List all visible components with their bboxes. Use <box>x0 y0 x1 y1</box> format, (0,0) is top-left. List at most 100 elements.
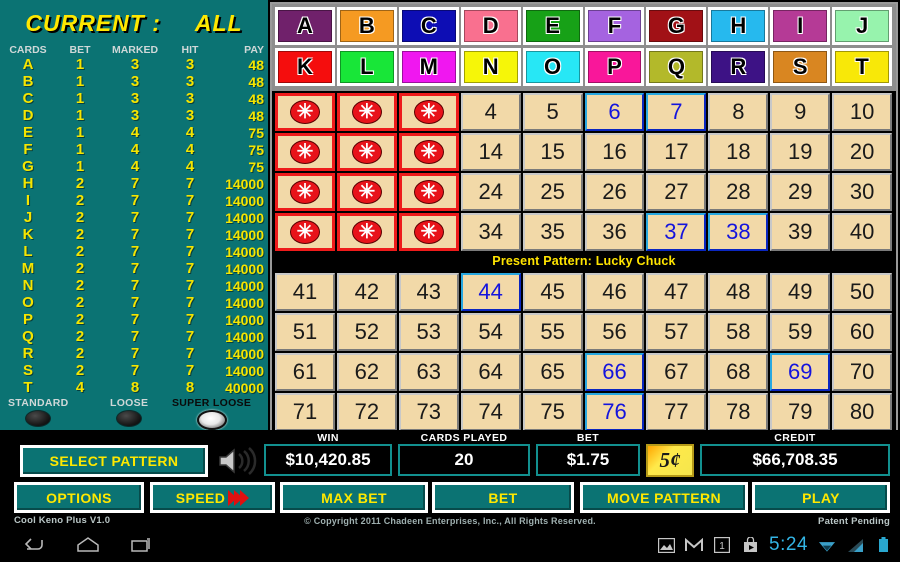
card-tile-N[interactable]: N <box>460 48 521 86</box>
keno-number-72[interactable]: 72 <box>336 393 397 431</box>
payout-mode-super-loose[interactable]: SUPER LOOSE <box>172 397 251 430</box>
keno-number-76[interactable]: 76 <box>584 393 645 431</box>
keno-number-73[interactable]: 73 <box>398 393 459 431</box>
keno-number-39[interactable]: 39 <box>770 213 831 251</box>
keno-number-29[interactable]: 29 <box>770 173 831 211</box>
options-button[interactable]: OPTIONS <box>14 482 144 513</box>
keno-number-75[interactable]: 75 <box>522 393 583 431</box>
keno-number-61[interactable]: 61 <box>275 353 335 391</box>
volume-icon[interactable] <box>214 445 260 477</box>
denomination-button[interactable]: 5¢ <box>646 444 694 477</box>
keno-number-21[interactable]: ✳ <box>275 173 335 211</box>
keno-number-80[interactable]: 80 <box>832 393 893 431</box>
card-tile-S[interactable]: S <box>770 48 831 86</box>
keno-number-48[interactable]: 48 <box>708 273 769 311</box>
keno-number-66[interactable]: 66 <box>584 353 645 391</box>
keno-number-54[interactable]: 54 <box>460 313 521 351</box>
play-button[interactable]: PLAY <box>752 482 890 513</box>
card-tile-D[interactable]: D <box>460 7 521 45</box>
keno-number-38[interactable]: 38 <box>708 213 769 251</box>
keno-number-52[interactable]: 52 <box>336 313 397 351</box>
keno-number-24[interactable]: 24 <box>460 173 521 211</box>
keno-number-17[interactable]: 17 <box>646 133 707 171</box>
keno-number-79[interactable]: 79 <box>770 393 831 431</box>
keno-number-64[interactable]: 64 <box>460 353 521 391</box>
keno-number-2[interactable]: ✳ <box>336 93 397 131</box>
keno-number-1[interactable]: ✳ <box>275 93 335 131</box>
speed-button[interactable]: SPEED <box>150 482 275 513</box>
keno-number-13[interactable]: ✳ <box>398 133 459 171</box>
payout-mode-standard[interactable]: STANDARD <box>8 397 69 427</box>
keno-number-26[interactable]: 26 <box>584 173 645 211</box>
keno-number-78[interactable]: 78 <box>708 393 769 431</box>
keno-number-37[interactable]: 37 <box>646 213 707 251</box>
keno-number-40[interactable]: 40 <box>832 213 893 251</box>
keno-number-27[interactable]: 27 <box>646 173 707 211</box>
keno-number-53[interactable]: 53 <box>398 313 459 351</box>
keno-number-18[interactable]: 18 <box>708 133 769 171</box>
keno-number-67[interactable]: 67 <box>646 353 707 391</box>
keno-number-16[interactable]: 16 <box>584 133 645 171</box>
card-tile-H[interactable]: H <box>708 7 769 45</box>
keno-number-44[interactable]: 44 <box>460 273 521 311</box>
home-icon[interactable] <box>68 535 108 555</box>
recent-apps-icon[interactable] <box>122 535 162 555</box>
card-tile-Q[interactable]: Q <box>646 48 707 86</box>
keno-number-74[interactable]: 74 <box>460 393 521 431</box>
keno-number-22[interactable]: ✳ <box>336 173 397 211</box>
keno-number-49[interactable]: 49 <box>770 273 831 311</box>
keno-number-4[interactable]: 4 <box>460 93 521 131</box>
keno-number-34[interactable]: 34 <box>460 213 521 251</box>
keno-number-7[interactable]: 7 <box>646 93 707 131</box>
keno-number-19[interactable]: 19 <box>770 133 831 171</box>
keno-number-20[interactable]: 20 <box>832 133 893 171</box>
select-pattern-button[interactable]: SELECT PATTERN <box>20 445 208 477</box>
card-tile-J[interactable]: J <box>832 7 893 45</box>
keno-number-70[interactable]: 70 <box>832 353 893 391</box>
keno-number-3[interactable]: ✳ <box>398 93 459 131</box>
card-tile-L[interactable]: L <box>336 48 397 86</box>
keno-number-71[interactable]: 71 <box>275 393 335 431</box>
card-tile-M[interactable]: M <box>398 48 459 86</box>
keno-number-50[interactable]: 50 <box>832 273 893 311</box>
keno-number-35[interactable]: 35 <box>522 213 583 251</box>
card-tile-C[interactable]: C <box>398 7 459 45</box>
keno-number-9[interactable]: 9 <box>770 93 831 131</box>
keno-number-68[interactable]: 68 <box>708 353 769 391</box>
keno-number-25[interactable]: 25 <box>522 173 583 211</box>
keno-number-28[interactable]: 28 <box>708 173 769 211</box>
payout-mode-loose[interactable]: LOOSE <box>110 397 148 427</box>
keno-number-59[interactable]: 59 <box>770 313 831 351</box>
keno-number-60[interactable]: 60 <box>832 313 893 351</box>
keno-number-33[interactable]: ✳ <box>398 213 459 251</box>
keno-number-5[interactable]: 5 <box>522 93 583 131</box>
keno-number-56[interactable]: 56 <box>584 313 645 351</box>
card-tile-A[interactable]: A <box>275 7 335 45</box>
back-icon[interactable] <box>14 535 54 555</box>
keno-number-30[interactable]: 30 <box>832 173 893 211</box>
keno-number-69[interactable]: 69 <box>770 353 831 391</box>
keno-number-23[interactable]: ✳ <box>398 173 459 211</box>
card-tile-G[interactable]: G <box>646 7 707 45</box>
keno-number-47[interactable]: 47 <box>646 273 707 311</box>
keno-number-36[interactable]: 36 <box>584 213 645 251</box>
keno-number-14[interactable]: 14 <box>460 133 521 171</box>
keno-number-51[interactable]: 51 <box>275 313 335 351</box>
keno-number-58[interactable]: 58 <box>708 313 769 351</box>
keno-number-8[interactable]: 8 <box>708 93 769 131</box>
keno-number-12[interactable]: ✳ <box>336 133 397 171</box>
card-tile-B[interactable]: B <box>336 7 397 45</box>
max-bet-button[interactable]: MAX BET <box>280 482 428 513</box>
keno-number-6[interactable]: 6 <box>584 93 645 131</box>
card-tile-R[interactable]: R <box>708 48 769 86</box>
keno-number-43[interactable]: 43 <box>398 273 459 311</box>
keno-number-31[interactable]: ✳ <box>275 213 335 251</box>
card-tile-F[interactable]: F <box>584 7 645 45</box>
keno-number-45[interactable]: 45 <box>522 273 583 311</box>
keno-number-15[interactable]: 15 <box>522 133 583 171</box>
keno-number-42[interactable]: 42 <box>336 273 397 311</box>
card-tile-P[interactable]: P <box>584 48 645 86</box>
card-tile-K[interactable]: K <box>275 48 335 86</box>
keno-number-77[interactable]: 77 <box>646 393 707 431</box>
card-tile-I[interactable]: I <box>770 7 831 45</box>
